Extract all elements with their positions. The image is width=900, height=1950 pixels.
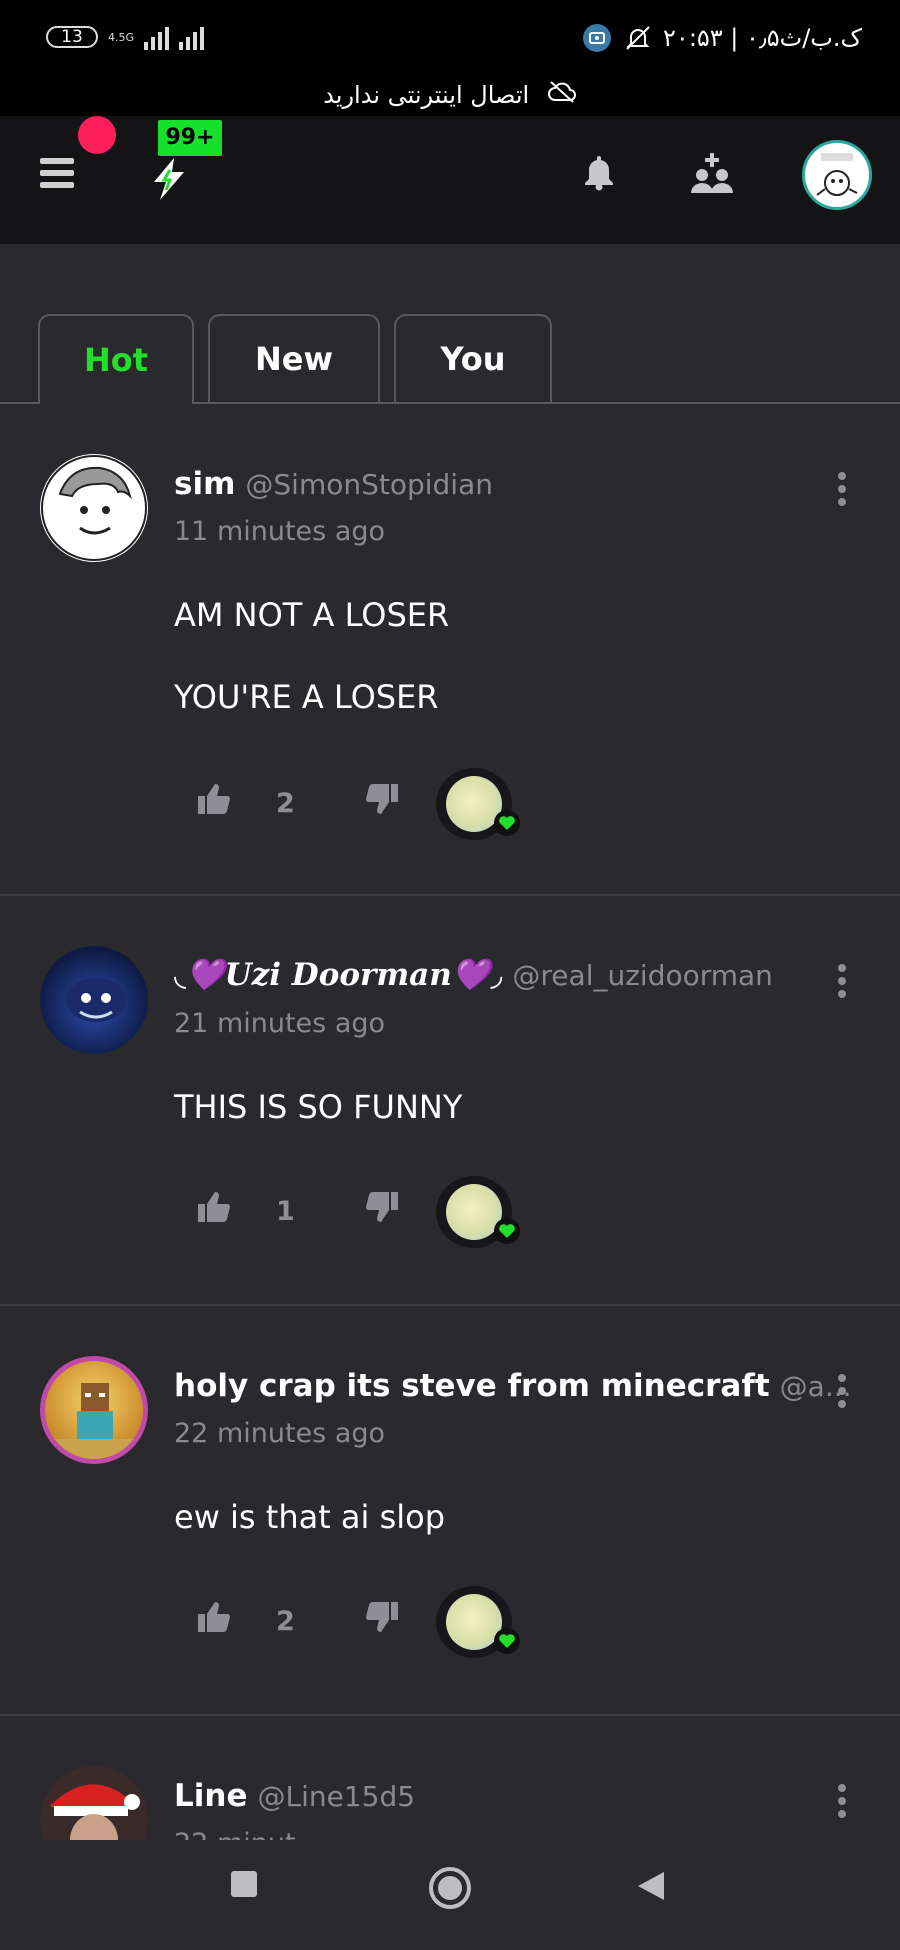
timestamp: 22 minutes ago bbox=[174, 1418, 386, 1449]
offline-banner: اتصال اینترنتی ندارید bbox=[0, 80, 900, 116]
profile-avatar[interactable] bbox=[802, 140, 872, 210]
thumbs-down-icon[interactable] bbox=[366, 1602, 398, 1632]
back-button-icon[interactable] bbox=[636, 1870, 666, 1902]
avatar[interactable] bbox=[40, 946, 148, 1054]
post-card: sim @SimonStopidian 11 minutes ago AM NO… bbox=[0, 404, 900, 896]
vote-count: 1 bbox=[276, 1196, 295, 1227]
heart-icon bbox=[494, 1628, 520, 1654]
reaction-bubble[interactable] bbox=[436, 768, 520, 840]
more-options-icon[interactable] bbox=[832, 1374, 852, 1414]
tab-hot[interactable]: Hot bbox=[38, 314, 194, 404]
post-card: holy crap its steve from minecraft @a...… bbox=[0, 1306, 900, 1716]
thumbs-down-icon[interactable] bbox=[366, 1192, 398, 1222]
post-text-line: YOU'RE A LOSER bbox=[174, 678, 439, 716]
username[interactable]: Line bbox=[174, 1778, 247, 1814]
lightning-bolt-icon[interactable] bbox=[148, 156, 190, 202]
battery-indicator: 13 bbox=[46, 26, 98, 48]
tab-you[interactable]: You bbox=[394, 314, 552, 402]
tab-new[interactable]: New bbox=[208, 314, 380, 402]
thumbs-down-icon[interactable] bbox=[366, 784, 398, 814]
home-button-icon[interactable] bbox=[428, 1866, 472, 1910]
clock-and-speed: ۲۰:۵۳ | ۰٫۵ک.ب/ث bbox=[663, 24, 862, 52]
mute-bell-icon bbox=[626, 26, 650, 50]
post-text-line: AM NOT A LOSER bbox=[174, 596, 450, 634]
signal-icon-2 bbox=[179, 24, 205, 50]
network-type: 4.5G bbox=[108, 30, 135, 44]
post-text-line: ew is that ai slop bbox=[174, 1498, 446, 1536]
status-right: ۲۰:۵۳ | ۰٫۵ک.ب/ث bbox=[581, 22, 862, 54]
thumbs-up-icon[interactable] bbox=[198, 784, 230, 814]
notification-dot bbox=[78, 116, 116, 154]
user-handle[interactable]: @Line15d5 bbox=[257, 1780, 415, 1813]
status-left: 13 4.5G bbox=[46, 24, 205, 50]
post-header: Line @Line15d5 bbox=[174, 1778, 415, 1814]
thumbs-up-icon[interactable] bbox=[198, 1192, 230, 1222]
system-nav-bar bbox=[0, 1840, 900, 1950]
username[interactable]: sim bbox=[174, 466, 235, 502]
vote-count: 2 bbox=[276, 788, 295, 819]
post-header: ◟💜𝑼𝒛𝒊 𝑫𝒐𝒐𝒓𝒎𝒂𝒏💜◞ @real_uzidoorman bbox=[174, 956, 773, 993]
screen-record-icon bbox=[583, 24, 612, 52]
timestamp: 21 minutes ago bbox=[174, 1008, 386, 1039]
more-options-icon[interactable] bbox=[832, 964, 852, 1004]
avatar[interactable] bbox=[40, 1356, 148, 1464]
post-header: sim @SimonStopidian bbox=[174, 466, 493, 502]
thumbs-up-icon[interactable] bbox=[198, 1602, 230, 1632]
post-card: ◟💜𝑼𝒛𝒊 𝑫𝒐𝒐𝒓𝒎𝒂𝒏💜◞ @real_uzidoorman 21 minu… bbox=[0, 896, 900, 1306]
hamburger-menu-icon[interactable] bbox=[40, 158, 74, 188]
reaction-bubble[interactable] bbox=[436, 1176, 520, 1248]
more-options-icon[interactable] bbox=[832, 1784, 852, 1824]
username[interactable]: ◟💜𝑼𝒛𝒊 𝑫𝒐𝒐𝒓𝒎𝒂𝒏💜◞ bbox=[174, 956, 502, 993]
add-friends-icon[interactable] bbox=[690, 153, 734, 193]
post-text-line: THIS IS SO FUNNY bbox=[174, 1088, 463, 1126]
post-header: holy crap its steve from minecraft @a... bbox=[174, 1368, 852, 1404]
user-handle[interactable]: @SimonStopidian bbox=[245, 468, 493, 501]
timestamp: 22 minut bbox=[174, 1828, 296, 1840]
feed-tabs: Hot New You bbox=[0, 314, 900, 404]
bell-icon[interactable] bbox=[582, 153, 616, 191]
cloud-off-icon bbox=[547, 80, 577, 110]
heart-icon bbox=[494, 810, 520, 836]
status-bar: 13 4.5G ۲۰:۵۳ | ۰٫۵ک.ب/ث bbox=[0, 0, 900, 80]
lightning-badge: 99+ bbox=[158, 120, 222, 156]
vote-count: 2 bbox=[276, 1606, 295, 1637]
avatar[interactable] bbox=[40, 1766, 148, 1840]
post-card: Line @Line15d5 22 minut bbox=[0, 1716, 900, 1840]
user-handle[interactable]: @real_uzidoorman bbox=[512, 959, 773, 992]
username[interactable]: holy crap its steve from minecraft bbox=[174, 1368, 770, 1404]
avatar[interactable] bbox=[40, 454, 148, 562]
app-bar bbox=[0, 116, 900, 244]
timestamp: 11 minutes ago bbox=[174, 516, 386, 547]
heart-icon bbox=[494, 1218, 520, 1244]
signal-icon bbox=[144, 24, 170, 50]
offline-text: اتصال اینترنتی ندارید bbox=[323, 81, 530, 109]
more-options-icon[interactable] bbox=[832, 472, 852, 512]
reaction-bubble[interactable] bbox=[436, 1586, 520, 1658]
recents-button-icon[interactable] bbox=[230, 1870, 258, 1898]
